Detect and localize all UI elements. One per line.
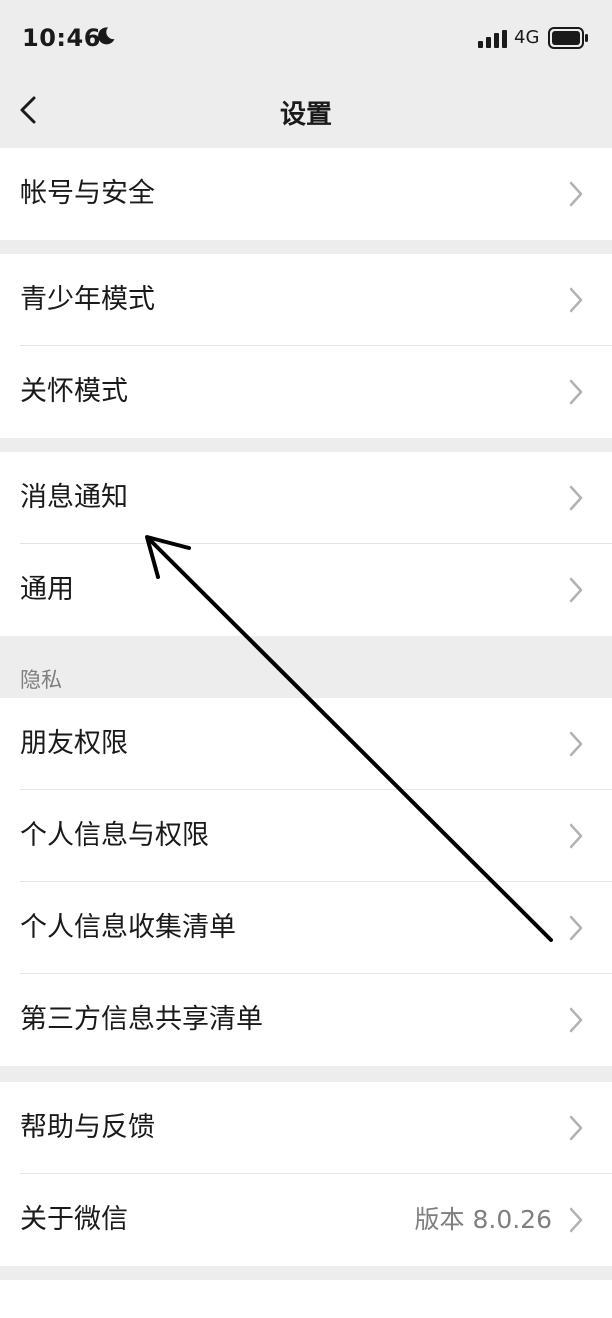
- row-label: 青少年模式: [20, 284, 155, 315]
- moon-icon: [96, 26, 116, 50]
- chevron-right-icon: [569, 1115, 583, 1141]
- row-notifications[interactable]: 消息通知: [0, 452, 612, 544]
- version-value: 版本 8.0.26: [414, 1205, 552, 1234]
- row-third-party-sharing[interactable]: 第三方信息共享清单: [0, 974, 612, 1066]
- row-personal-info-permissions[interactable]: 个人信息与权限: [0, 790, 612, 882]
- row-teen-mode[interactable]: 青少年模式: [0, 254, 612, 346]
- settings-group-about: 帮助与反馈 关于微信 版本 8.0.26: [0, 1082, 612, 1266]
- row-label: 朋友权限: [20, 728, 128, 759]
- row-label: 关怀模式: [20, 376, 128, 407]
- signal-icon: [478, 30, 508, 52]
- chevron-right-icon: [569, 1207, 583, 1233]
- row-friend-permissions[interactable]: 朋友权限: [0, 698, 612, 790]
- chevron-right-icon: [569, 379, 583, 405]
- chevron-right-icon: [569, 731, 583, 757]
- page-title: 设置: [279, 100, 332, 130]
- chevron-right-icon: [569, 287, 583, 313]
- row-general[interactable]: 通用: [0, 544, 612, 636]
- settings-group-next-partial: [0, 1280, 612, 1318]
- row-label: 个人信息收集清单: [20, 912, 236, 943]
- settings-group-account: 帐号与安全: [0, 148, 612, 240]
- chevron-right-icon: [569, 1007, 583, 1033]
- section-header-privacy: 隐私: [20, 668, 62, 692]
- chevron-right-icon: [569, 915, 583, 941]
- row-label: 第三方信息共享清单: [20, 1004, 263, 1035]
- status-bar: 10:46 4G: [0, 0, 612, 76]
- chevron-right-icon: [569, 577, 583, 603]
- row-label: 帮助与反馈: [20, 1112, 155, 1143]
- row-label: 帐号与安全: [20, 178, 155, 209]
- row-account-security[interactable]: 帐号与安全: [0, 148, 612, 240]
- row-label: 关于微信: [20, 1204, 128, 1235]
- battery-icon: [548, 27, 590, 53]
- nav-bar: 设置: [0, 76, 612, 146]
- settings-group-modes: 青少年模式 关怀模式: [0, 254, 612, 438]
- chevron-right-icon: [569, 485, 583, 511]
- settings-group-privacy: 朋友权限 个人信息与权限 个人信息收集清单 第三方信息共享清单: [0, 698, 612, 1066]
- status-time: 10:46: [22, 24, 101, 52]
- row-label: 消息通知: [20, 482, 128, 513]
- row-label: 通用: [20, 574, 74, 605]
- settings-group-notifications: 消息通知 通用: [0, 452, 612, 636]
- network-type: 4G: [514, 27, 540, 48]
- row-help-feedback[interactable]: 帮助与反馈: [0, 1082, 612, 1174]
- row-label: 个人信息与权限: [20, 820, 209, 851]
- row-about-wechat[interactable]: 关于微信 版本 8.0.26: [0, 1174, 612, 1266]
- row-personal-info-collection[interactable]: 个人信息收集清单: [0, 882, 612, 974]
- row-care-mode[interactable]: 关怀模式: [0, 346, 612, 438]
- chevron-right-icon: [569, 823, 583, 849]
- chevron-right-icon: [569, 181, 583, 207]
